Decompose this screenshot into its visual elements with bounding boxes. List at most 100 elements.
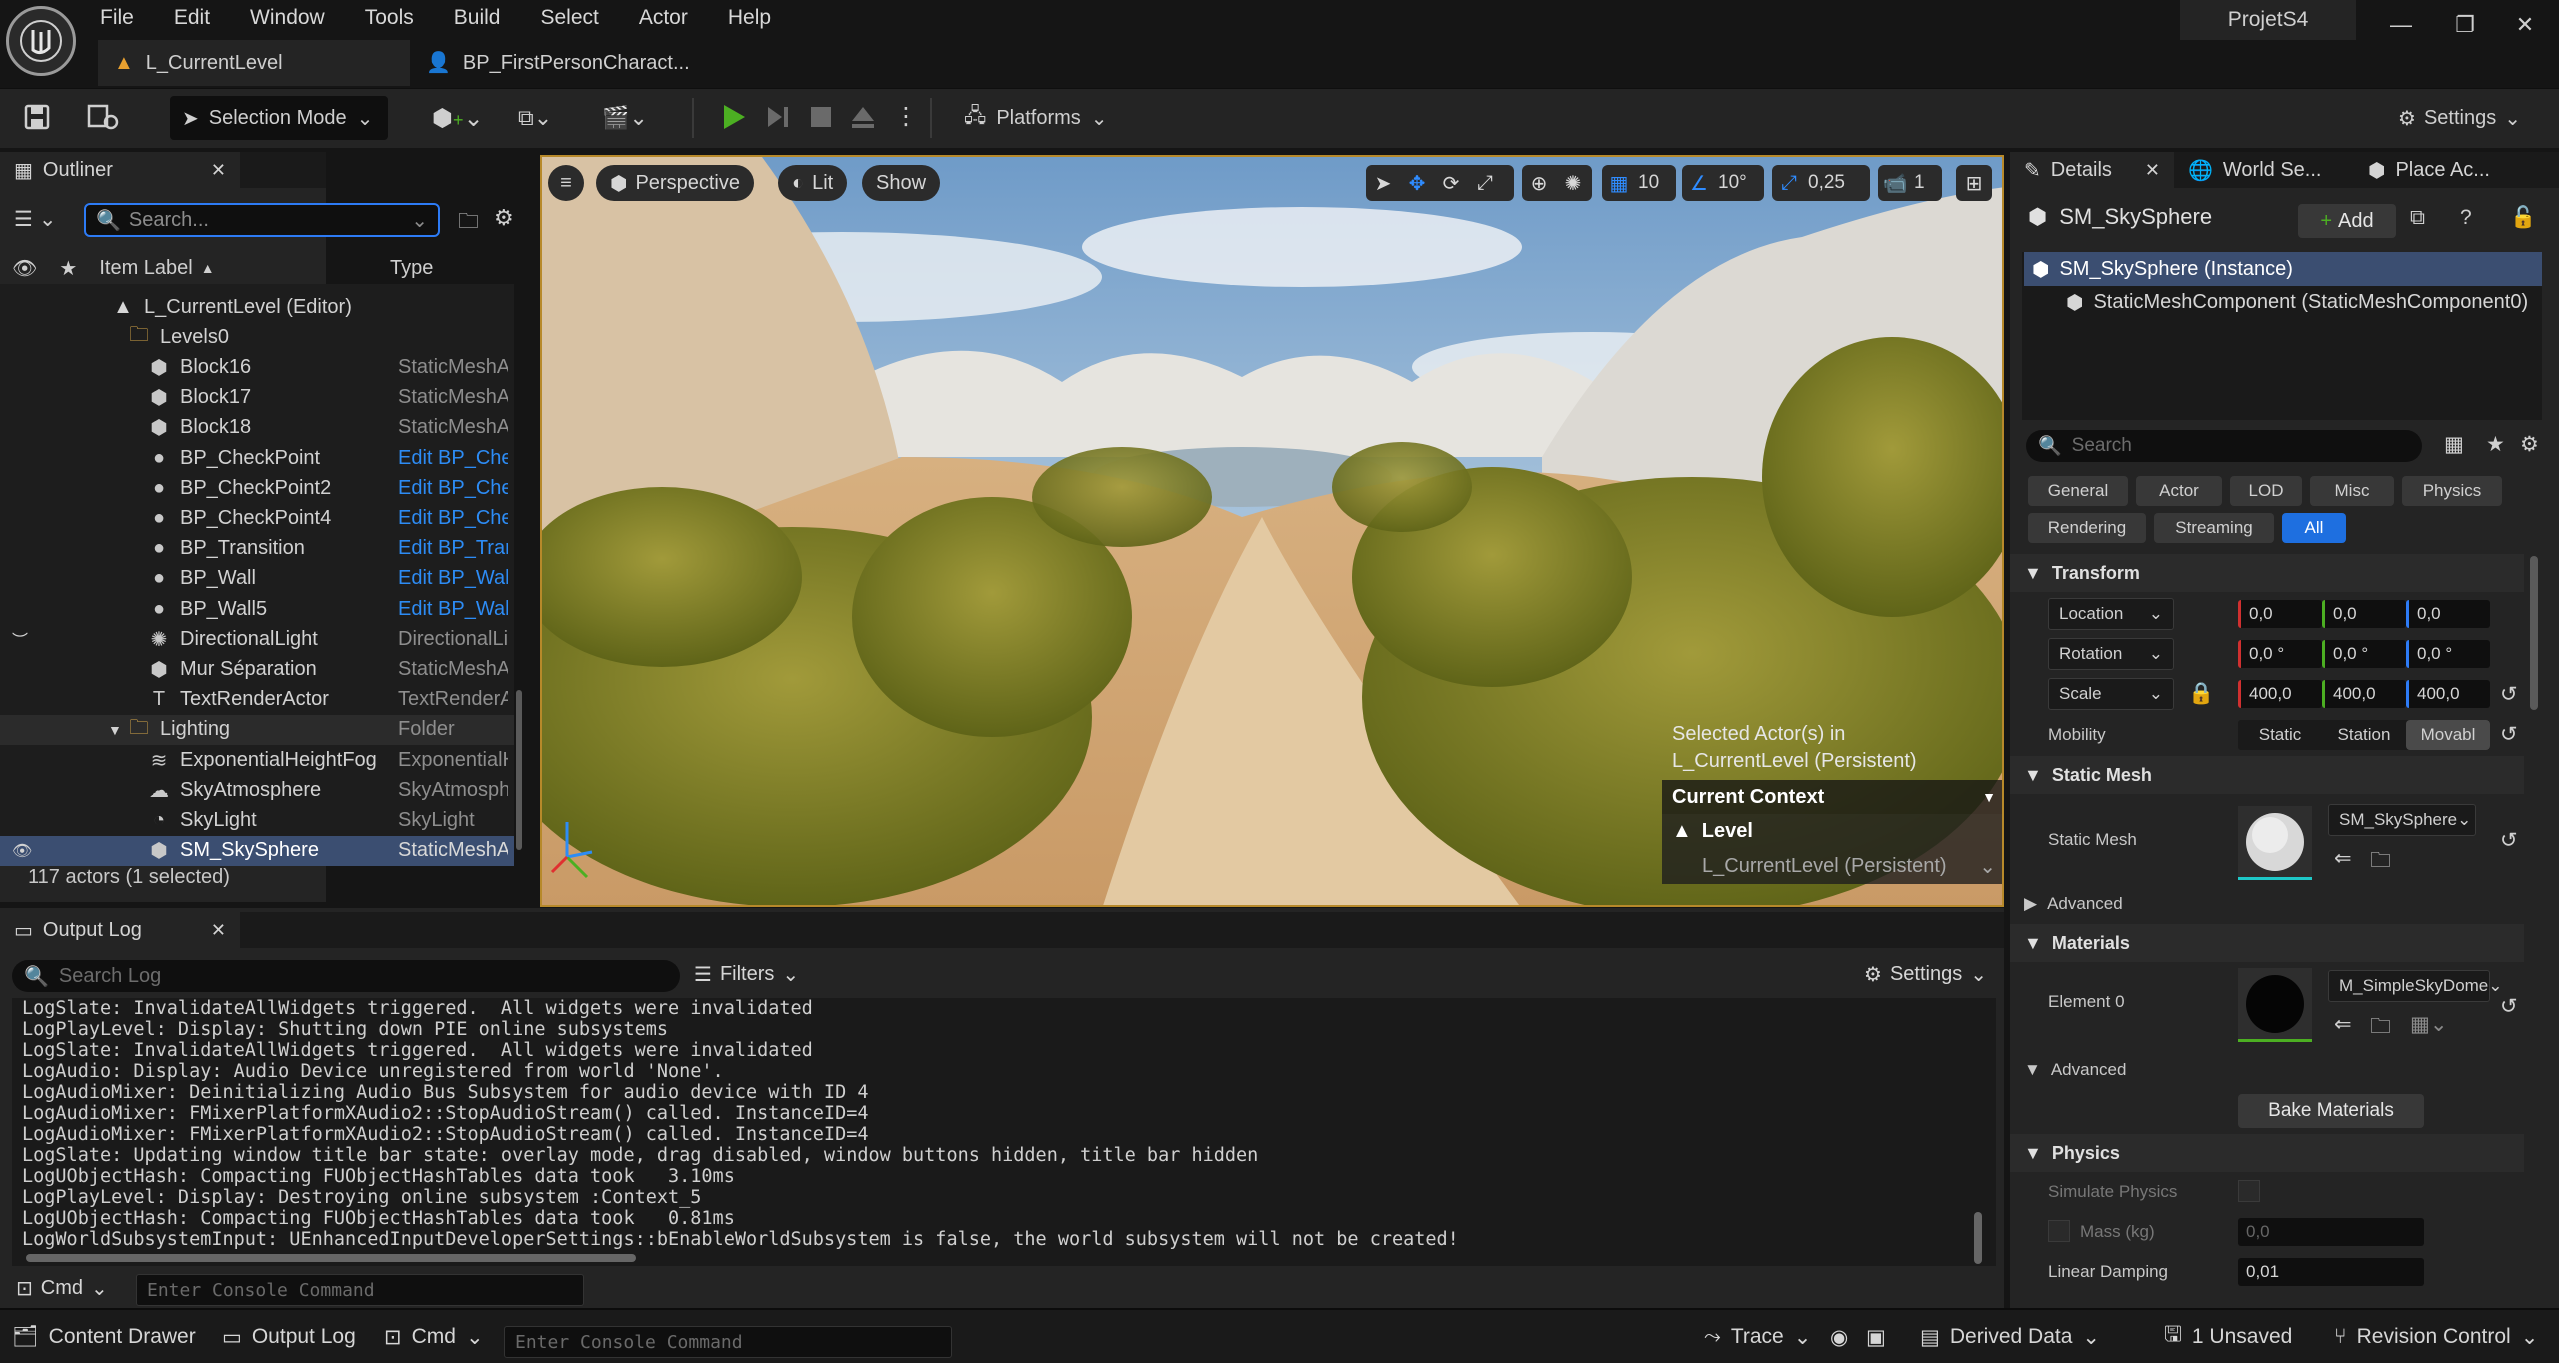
mobility-static[interactable]: Static	[2238, 720, 2322, 750]
play-icon[interactable]	[718, 102, 748, 132]
show-button[interactable]: Show	[862, 165, 941, 201]
material-dropdown[interactable]: M_SimpleSkyDome ⌄	[2328, 970, 2503, 1002]
stop-icon[interactable]	[808, 104, 834, 130]
blueprint-convert-icon[interactable]: ⧉	[2410, 206, 2425, 230]
tab-place-actors[interactable]: ⬢ Place Ac...	[2354, 152, 2534, 188]
tab-outliner[interactable]: ▦ Outliner ✕	[0, 152, 240, 188]
location-dropdown[interactable]: Location ⌄	[2048, 598, 2174, 630]
close-icon[interactable]: ✕	[211, 920, 226, 941]
static-mesh-thumbnail[interactable]	[2238, 806, 2312, 880]
filter-button[interactable]: ☰ ⌄	[14, 207, 56, 232]
viewport-menu-button[interactable]: ≡	[548, 165, 584, 201]
lock-icon[interactable]: 🔒	[2188, 682, 2214, 706]
trace-button[interactable]: ⤳ Trace ⌄	[1704, 1320, 1811, 1354]
add-actor-button[interactable]: ⬢+⌄	[432, 96, 492, 140]
settings-button[interactable]: ⚙ Settings ⌄	[2398, 96, 2521, 140]
menu-select[interactable]: Select	[540, 1, 598, 35]
log-vertical-scrollbar[interactable]	[1974, 1212, 1982, 1264]
category-rendering[interactable]: Rendering	[2028, 513, 2146, 543]
gear-icon[interactable]: ⚙	[2520, 432, 2539, 457]
help-icon[interactable]: ?	[2460, 206, 2472, 230]
grid-snap[interactable]: ▦ 10	[1602, 165, 1676, 201]
outliner-row[interactable]: ● BP_CheckPoint4 Edit BP_Che	[0, 503, 514, 533]
menu-edit[interactable]: Edit	[174, 1, 210, 35]
component-instance-row[interactable]: ⬢ SM_SkySphere (Instance)	[2024, 252, 2542, 286]
category-general[interactable]: General	[2028, 476, 2128, 506]
static-mesh-section-header[interactable]: ▼ Static Mesh	[2010, 756, 2524, 794]
unreal-logo-icon[interactable]	[6, 6, 76, 76]
outliner-row[interactable]: ⬢ Block17 StaticMeshA	[0, 383, 514, 413]
statusbar-output-log-button[interactable]: ▭ Output Log	[222, 1320, 356, 1354]
simulate-physics-checkbox[interactable]	[2238, 1180, 2260, 1202]
outliner-row[interactable]: 🗀 Levels0	[0, 322, 514, 352]
outliner-row[interactable]: ● BP_Wall5 Edit BP_Wall	[0, 594, 514, 624]
screenshot-icon[interactable]: ▣	[1866, 1320, 1886, 1354]
outliner-row[interactable]: ☁ SkyAtmosphere SkyAtmosph	[0, 775, 514, 805]
rotate-tool-icon[interactable]: ⟳	[1434, 165, 1468, 201]
scale-dropdown[interactable]: Scale ⌄	[2048, 678, 2174, 710]
use-selected-icon[interactable]: ⇐	[2334, 1012, 2352, 1037]
rotation-x-field[interactable]: 0,0 °	[2238, 640, 2322, 668]
select-tool-icon[interactable]: ➤	[1366, 165, 1400, 201]
category-actor[interactable]: Actor	[2136, 476, 2222, 506]
revision-control-button[interactable]: ⑂ Revision Control ⌄	[2334, 1320, 2538, 1354]
tab-world-settings[interactable]: 🌐 World Se...	[2174, 152, 2354, 188]
visibility-icon[interactable]: 👁	[12, 256, 37, 281]
gear-icon[interactable]: ⚙	[494, 205, 514, 231]
outliner-row[interactable]: 👁 ⬢ SM_SkySphere StaticMeshA	[0, 835, 514, 866]
tab-details[interactable]: ✎ Details ✕	[2010, 152, 2174, 188]
visibility-icon[interactable]: 👁	[12, 841, 32, 861]
lit-button[interactable]: ◐ Lit	[778, 165, 848, 201]
material-thumbnail[interactable]	[2238, 968, 2312, 1042]
browse-icon[interactable]: 🗀	[2370, 846, 2391, 881]
source-control-icon[interactable]	[86, 102, 120, 132]
edit-blueprint-link[interactable]: Edit BP_Trar	[398, 537, 508, 560]
category-misc[interactable]: Misc	[2310, 476, 2394, 506]
location-z-field[interactable]: 0,0	[2406, 600, 2490, 628]
derived-data-button[interactable]: ▤ Derived Data ⌄	[1920, 1320, 2100, 1354]
column-type[interactable]: Type	[390, 257, 433, 280]
world-icon[interactable]: ⊕	[1522, 165, 1556, 201]
close-icon[interactable]: ✕	[211, 160, 226, 181]
reset-icon[interactable]: ↺	[2500, 722, 2518, 747]
details-search-input[interactable]: 🔍 Search	[2026, 430, 2422, 462]
reset-icon[interactable]: ↺	[2500, 994, 2518, 1019]
current-context-header[interactable]: Current Context ▼	[1662, 780, 2002, 814]
cinematics-button[interactable]: 🎬⌄	[602, 96, 662, 140]
star-icon[interactable]: ★	[2486, 432, 2505, 457]
eject-icon[interactable]	[850, 104, 876, 130]
tab-bp-firstpersoncharacter[interactable]: 👤 BP_FirstPersonCharact...	[410, 40, 710, 86]
outliner-row[interactable]: ● BP_Wall Edit BP_Wall	[0, 564, 514, 594]
browse-icon[interactable]: 🗀	[2370, 1012, 2391, 1047]
mass-field[interactable]: 0,0	[2238, 1218, 2424, 1246]
location-x-field[interactable]: 0,0	[2238, 600, 2322, 628]
outliner-row[interactable]: ● BP_CheckPoint Edit BP_Che	[0, 443, 514, 473]
blueprint-menu-button[interactable]: ⧉⌄	[518, 96, 578, 140]
outliner-row[interactable]: ︶ ✺ DirectionalLight DirectionalLi	[0, 624, 514, 654]
statusbar-console-input[interactable]: Enter Console Command	[504, 1326, 952, 1358]
menu-tools[interactable]: Tools	[365, 1, 414, 35]
unsaved-button[interactable]: 🖫 1 Unsaved	[2164, 1320, 2292, 1354]
log-search-input[interactable]: 🔍 Search Log	[12, 960, 680, 992]
rotation-dropdown[interactable]: Rotation ⌄	[2048, 638, 2174, 670]
lock-icon[interactable]: 🔓	[2510, 206, 2536, 230]
outliner-row[interactable]: ▼ 🗀 Lighting Folder	[0, 714, 514, 745]
mobility-stationary[interactable]: Station	[2322, 720, 2406, 750]
outliner-row[interactable]: ▲ L_CurrentLevel (Editor)	[0, 292, 514, 322]
scale-snap[interactable]: ⤢ 0,25	[1772, 165, 1870, 201]
scale-y-field[interactable]: 400,0	[2322, 680, 2406, 708]
collapse-icon[interactable]: ▼	[108, 722, 122, 738]
transform-section-header[interactable]: ▼ Transform	[2010, 554, 2524, 592]
log-cmd-selector[interactable]: ⊡ Cmd ⌄	[16, 1276, 108, 1301]
tab-l-currentlevel[interactable]: ▲ L_CurrentLevel	[98, 40, 410, 86]
star-icon[interactable]: ★	[59, 256, 77, 281]
rotation-snap[interactable]: ∠ 10°	[1682, 165, 1764, 201]
tab-output-log[interactable]: ▭ Output Log ✕	[0, 912, 240, 948]
outliner-row[interactable]: T TextRenderActor TextRenderA	[0, 685, 514, 715]
level-viewport[interactable]: ≡ ⬢ Perspective ◐ Lit Show ➤ ✥ ⟳ ⤢ ⊕ ✺ ▦…	[540, 155, 2004, 907]
restore-icon[interactable]: ❐	[2440, 8, 2490, 42]
mobility-movable[interactable]: Movabl	[2406, 720, 2490, 750]
category-physics[interactable]: Physics	[2402, 476, 2502, 506]
edit-blueprint-link[interactable]: Edit BP_Che	[398, 447, 508, 470]
category-lod[interactable]: LOD	[2230, 476, 2302, 506]
